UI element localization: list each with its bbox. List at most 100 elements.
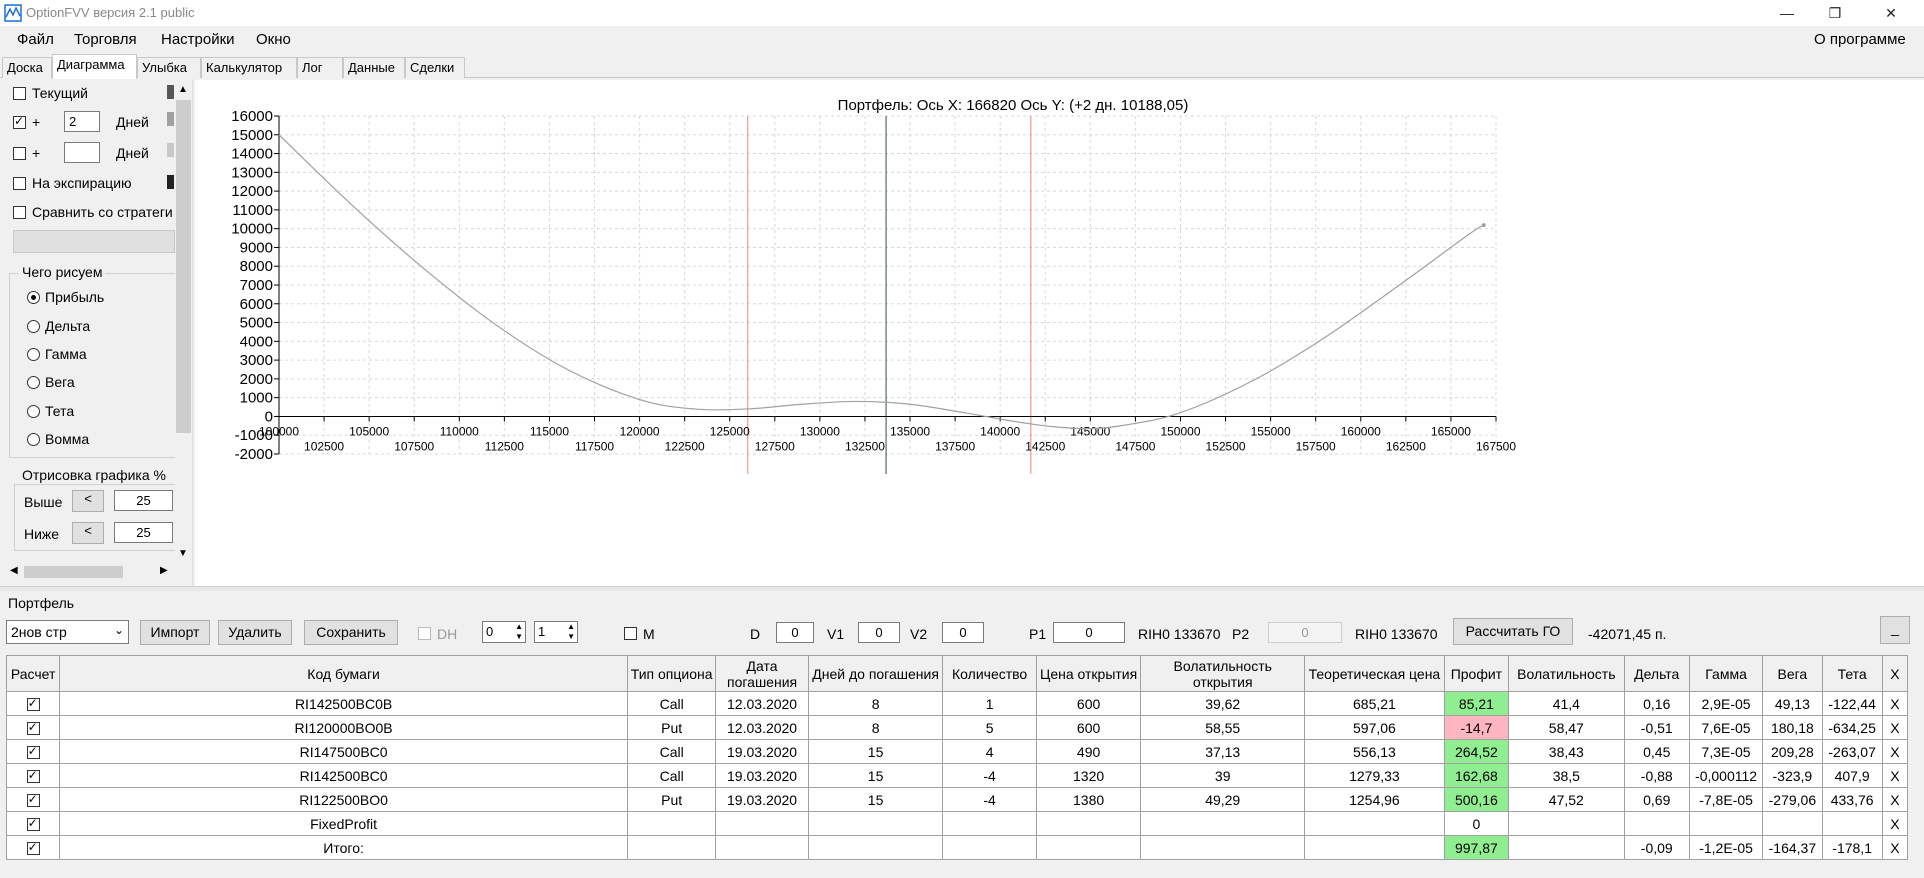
col-header-qty[interactable]: Количество	[942, 655, 1037, 692]
cell-x[interactable]: X	[1881, 715, 1909, 740]
delete-button[interactable]: Удалить	[218, 620, 292, 645]
tab-smile[interactable]: Улыбка	[137, 57, 201, 78]
scroll-up-icon[interactable]: ▲	[178, 84, 188, 95]
col-header-date[interactable]: Дата погашения	[715, 655, 809, 692]
draw-radio-gamma[interactable]	[27, 348, 40, 361]
cell-x[interactable]: X	[1881, 763, 1909, 788]
above-decrease-button[interactable]: <	[72, 490, 104, 512]
calc-checkbox[interactable]	[26, 768, 40, 784]
col-header-delta[interactable]: Дельта	[1623, 655, 1690, 692]
calc-checkbox[interactable]	[26, 840, 40, 856]
m-checkbox[interactable]	[624, 627, 637, 640]
table-row[interactable]: RI122500BO0Put19.03.202015-4138049,29125…	[5, 787, 1909, 812]
maximize-button[interactable]: ❐	[1812, 0, 1858, 26]
scroll-down-icon[interactable]: ▼	[178, 548, 188, 559]
table-row[interactable]: FixedProfit 0 X	[5, 811, 1909, 836]
plus-days-2-checkbox[interactable]	[13, 147, 26, 160]
cell-calc[interactable]	[5, 691, 61, 716]
tab-log[interactable]: Лог	[297, 57, 343, 78]
draw-option-vega[interactable]: Вега	[45, 374, 75, 390]
current-checkbox[interactable]	[13, 87, 26, 100]
scroll-right-icon[interactable]: ▶	[160, 565, 168, 576]
col-header-theo[interactable]: Теоретическая цена	[1304, 655, 1445, 692]
col-header-gamma[interactable]: Гамма	[1688, 655, 1764, 692]
cell-x[interactable]: X	[1881, 787, 1909, 812]
cell-calc[interactable]	[5, 811, 61, 836]
col-header-calc[interactable]: Расчет	[5, 655, 61, 692]
draw-radio-theta[interactable]	[27, 405, 40, 418]
menu-file[interactable]: Файл	[17, 31, 54, 48]
cell-x[interactable]: X	[1881, 835, 1909, 860]
menu-window[interactable]: Окно	[256, 31, 291, 48]
menu-about[interactable]: О программе	[1814, 31, 1906, 48]
p1-input[interactable]	[1053, 622, 1125, 643]
tab-board[interactable]: Доска	[2, 57, 52, 78]
col-header-type[interactable]: Тип опциона	[626, 655, 717, 692]
table-row[interactable]: RI142500BC0Call19.03.202015-41320391279,…	[5, 763, 1909, 788]
v2-input[interactable]	[942, 622, 984, 643]
draw-radio-delta[interactable]	[27, 320, 40, 333]
calculate-go-button[interactable]: Рассчитать ГО	[1453, 618, 1573, 645]
plus-days-1-input[interactable]	[64, 111, 100, 132]
tab-diagram[interactable]: Диаграмма	[52, 54, 137, 79]
compare-strategy-select[interactable]	[13, 230, 175, 253]
spin1-control[interactable]: 0 ▲ ▼	[482, 621, 526, 643]
calc-checkbox[interactable]	[26, 792, 40, 808]
tab-data[interactable]: Данные	[343, 57, 405, 78]
cell-calc[interactable]	[5, 739, 61, 764]
col-header-vol[interactable]: Волатильность	[1508, 655, 1625, 692]
expiration-color-swatch[interactable]	[167, 175, 174, 189]
draw-option-gamma[interactable]: Гамма	[45, 346, 87, 362]
minimize-button[interactable]: —	[1764, 0, 1810, 26]
collapse-button[interactable]: _	[1880, 616, 1910, 644]
strategy-select[interactable]: 2нов стр ⌄	[6, 620, 129, 644]
calc-checkbox[interactable]	[26, 696, 40, 712]
splitter[interactable]	[0, 586, 1924, 591]
table-row[interactable]: RI120000BO0BPut12.03.20208560058,55597,0…	[5, 715, 1909, 740]
plus1-color-swatch[interactable]	[167, 112, 174, 126]
cell-x[interactable]: X	[1881, 739, 1909, 764]
left-panel-hscroll-thumb[interactable]	[24, 566, 123, 578]
plus-days-1-checkbox[interactable]	[13, 114, 26, 129]
above-percent-input[interactable]	[114, 490, 173, 511]
tab-calculator[interactable]: Калькулятор	[201, 57, 297, 78]
cell-x[interactable]: X	[1881, 811, 1909, 836]
left-panel-vscroll-thumb[interactable]	[176, 100, 191, 433]
menu-trading[interactable]: Торговля	[74, 31, 137, 48]
draw-radio-vega[interactable]	[27, 376, 40, 389]
below-decrease-button[interactable]: <	[72, 522, 104, 544]
draw-option-delta[interactable]: Дельта	[45, 318, 90, 334]
table-row[interactable]: RI142500BC0BCall12.03.20208160039,62685,…	[5, 691, 1909, 716]
current-color-swatch[interactable]	[167, 85, 174, 99]
cell-calc[interactable]	[5, 835, 61, 860]
plus2-color-swatch[interactable]	[167, 143, 174, 157]
v1-input[interactable]	[858, 622, 900, 643]
draw-radio-profit[interactable]	[27, 291, 40, 304]
table-row[interactable]: Итого: 997,87 -0,09-1,2E-05-164,37-178,1X	[5, 835, 1909, 860]
dh-checkbox[interactable]	[418, 627, 431, 640]
col-header-days[interactable]: Дней до погашения	[807, 655, 944, 692]
draw-option-theta[interactable]: Тета	[45, 403, 74, 419]
profit-chart[interactable]: Портфель: Ось X: 166820 Ось Y: (+2 дн. 1…	[195, 80, 1924, 586]
expiration-checkbox[interactable]	[13, 177, 26, 190]
draw-radio-vomma[interactable]	[27, 433, 40, 446]
col-header-price[interactable]: Цена открытия	[1035, 655, 1142, 692]
col-header-x[interactable]: X	[1881, 655, 1909, 692]
col-header-code[interactable]: Код бумаги	[59, 655, 628, 692]
table-row[interactable]: RI147500BC0Call19.03.202015449037,13556,…	[5, 739, 1909, 764]
cell-calc[interactable]	[5, 763, 61, 788]
col-header-profit[interactable]: Профит	[1443, 655, 1510, 692]
compare-strategy-checkbox[interactable]	[13, 206, 26, 219]
col-header-vega[interactable]: Вега	[1762, 655, 1823, 692]
menu-settings[interactable]: Настройки	[161, 31, 235, 48]
col-header-vol-open[interactable]: Волатильность открытия	[1140, 655, 1306, 692]
cell-x[interactable]: X	[1881, 691, 1909, 716]
calc-checkbox[interactable]	[26, 816, 40, 832]
p2-input[interactable]	[1268, 622, 1342, 643]
cell-calc[interactable]	[5, 715, 61, 740]
calc-checkbox[interactable]	[26, 744, 40, 760]
spin2-control[interactable]: 1 ▲ ▼	[534, 621, 578, 643]
plus-days-2-input[interactable]	[64, 142, 100, 163]
below-percent-input[interactable]	[114, 522, 173, 543]
spin-arrows-icon[interactable]: ▲ ▼	[567, 622, 575, 642]
